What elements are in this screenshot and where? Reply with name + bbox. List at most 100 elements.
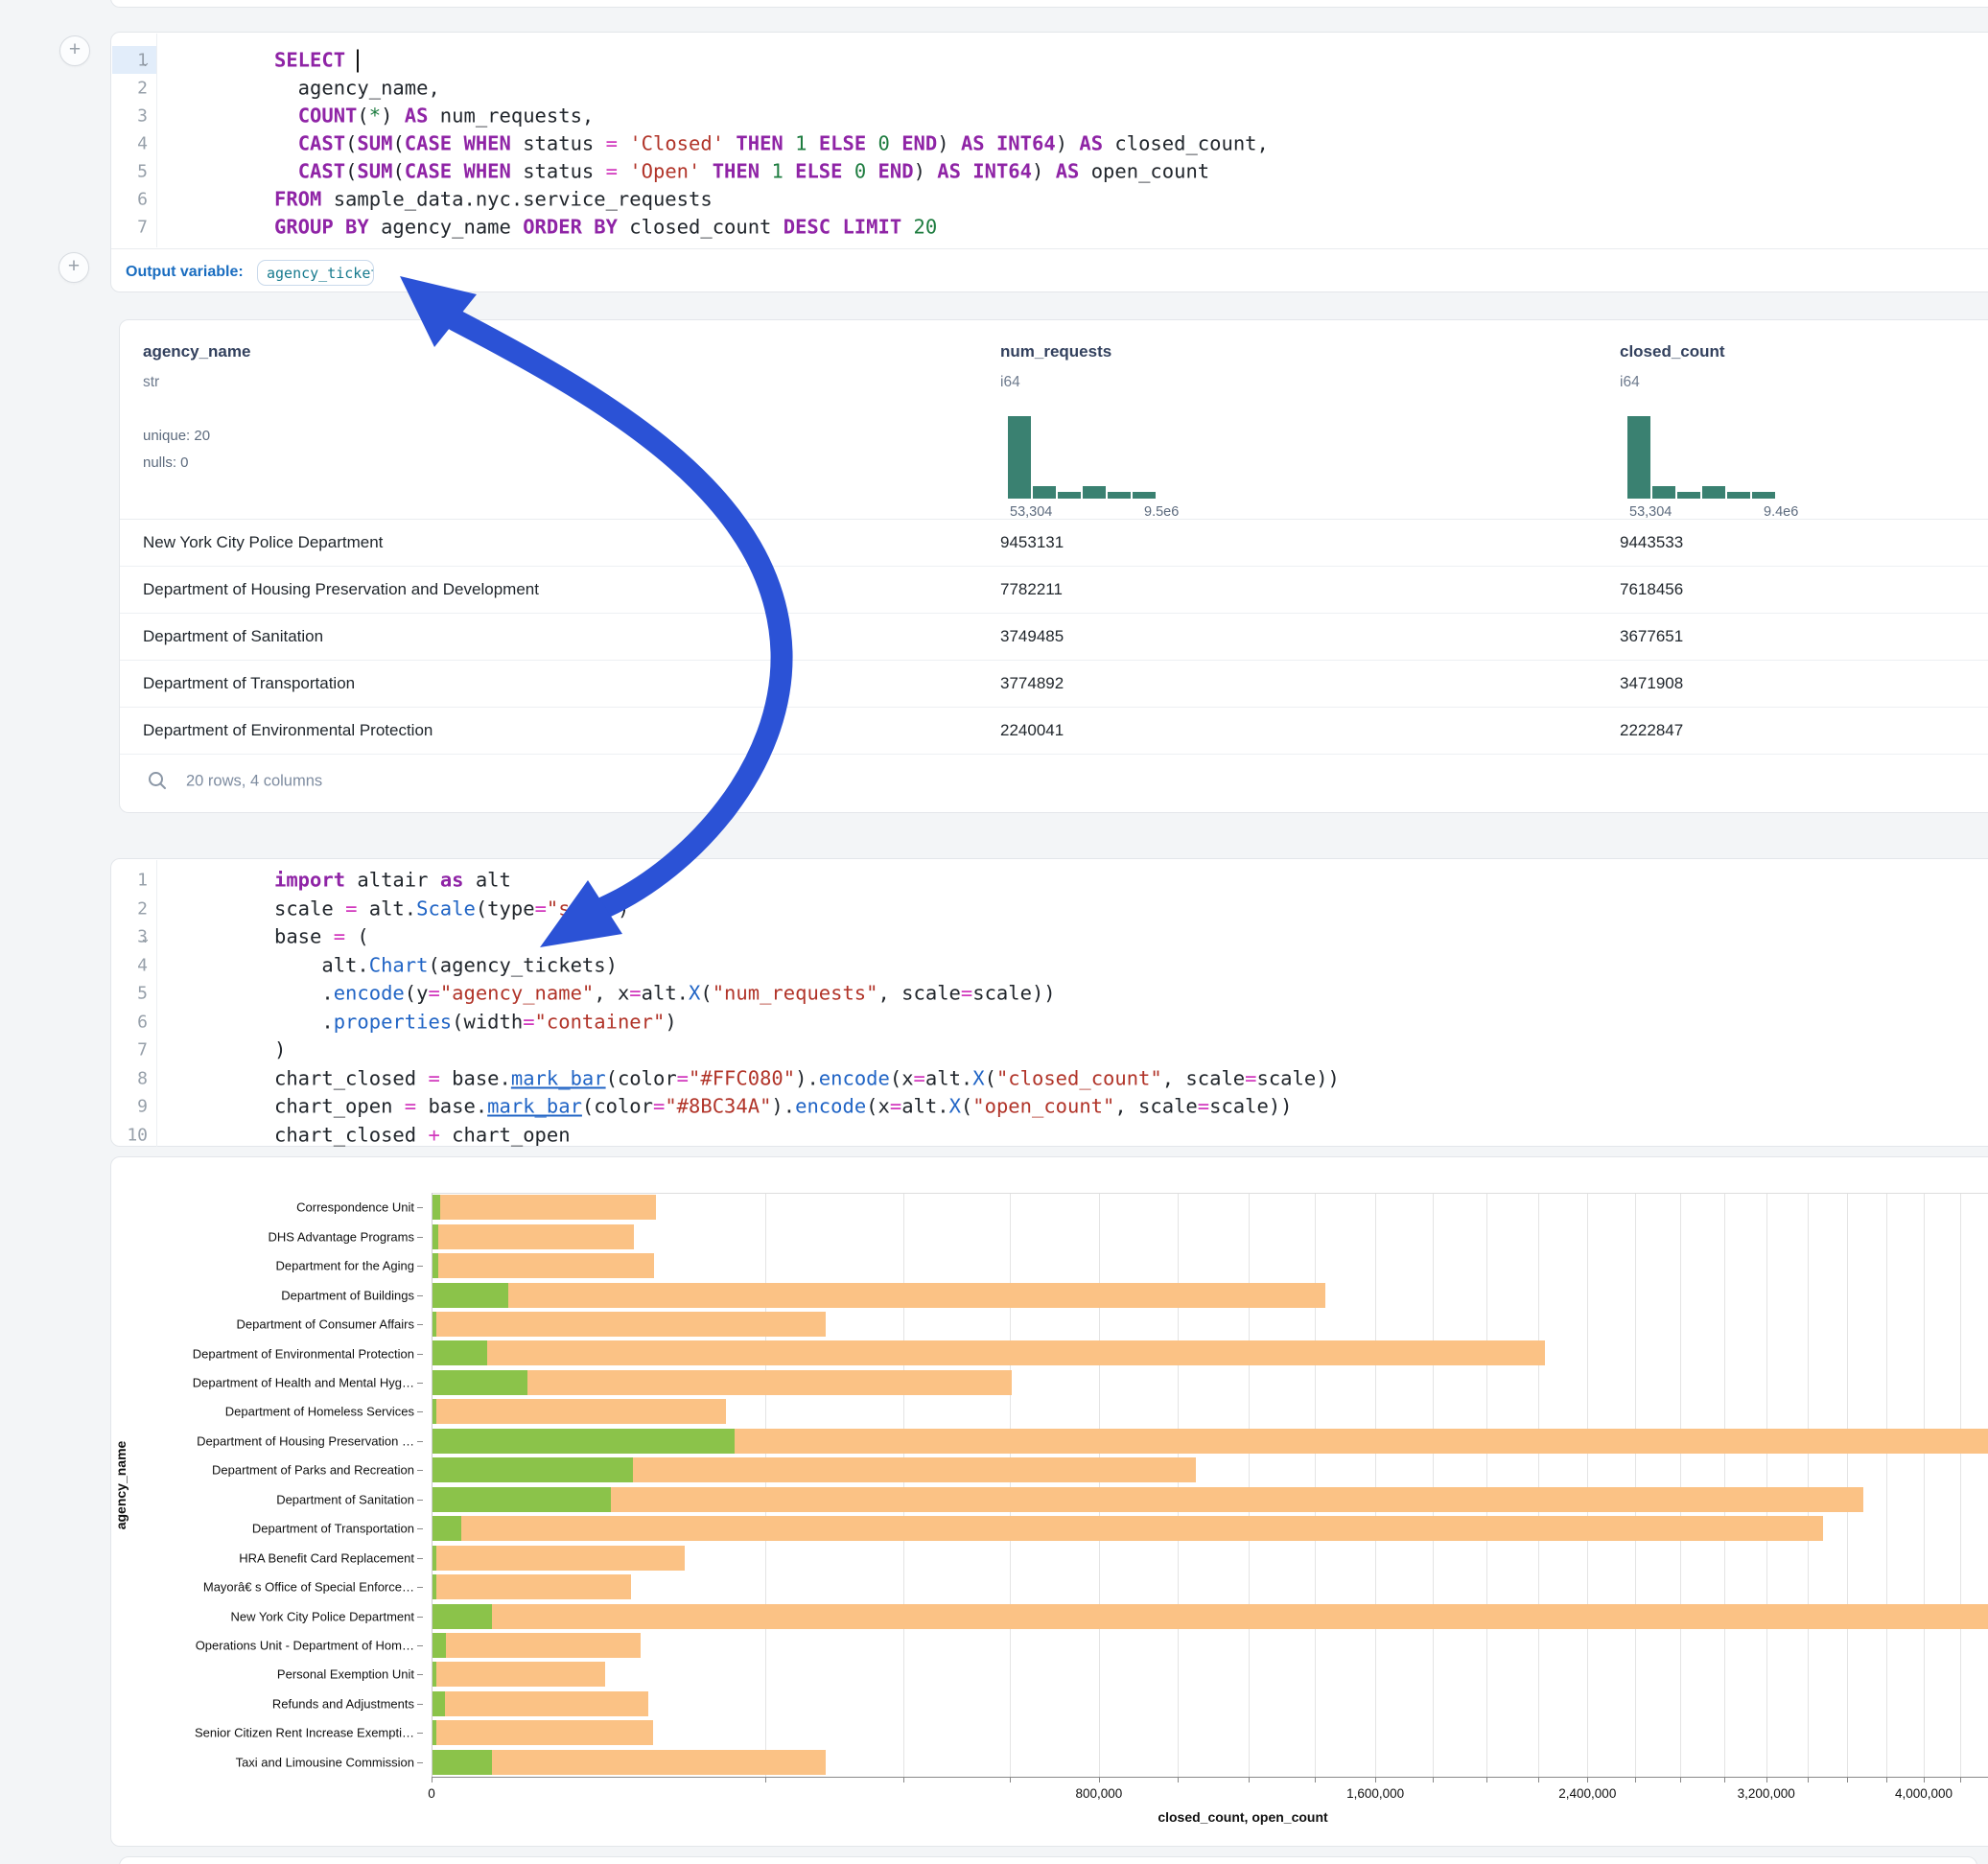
previous-cell-edge — [110, 0, 1988, 8]
line-number: 6 — [113, 1012, 148, 1032]
bar-open-count — [433, 1604, 492, 1629]
histogram-bar — [1108, 492, 1131, 499]
code-line: CAST(SUM(CASE WHEN status = 'Closed' THE… — [274, 130, 1269, 158]
y-axis-label: HRA Benefit Card Replacement — [127, 1550, 414, 1565]
table-cell: 7618456 — [1620, 580, 1683, 599]
column-histogram — [1627, 416, 1775, 499]
y-tick — [417, 1441, 423, 1442]
x-axis-tick-label: 3,200,000 — [1738, 1786, 1795, 1801]
code-line: .properties(width="container") — [274, 1008, 677, 1036]
output-variable-pill[interactable]: agency_tickets — [257, 260, 374, 286]
gridline — [1099, 1193, 1100, 1777]
gridline — [1178, 1193, 1179, 1777]
gridline — [1680, 1193, 1681, 1777]
y-axis-label: Senior Citizen Rent Increase Exempti… — [127, 1726, 414, 1740]
x-axis-tick-label: 2,400,000 — [1558, 1786, 1616, 1801]
y-axis-label: Operations Unit - Department of Hom… — [127, 1639, 414, 1653]
code-line: FROM sample_data.nyc.service_requests — [274, 186, 713, 214]
y-tick — [417, 1411, 423, 1412]
code-line: chart_closed + chart_open — [274, 1121, 571, 1149]
search-icon[interactable] — [147, 770, 168, 791]
x-tick — [1886, 1778, 1887, 1782]
y-tick — [417, 1762, 423, 1763]
y-tick — [417, 1470, 423, 1471]
column-type: str — [143, 374, 159, 391]
bar-open-count — [433, 1429, 735, 1454]
table-cell: 7782211 — [1000, 580, 1063, 599]
x-tick — [1680, 1778, 1681, 1782]
histogram-bar — [1058, 492, 1081, 499]
line-number: 2 — [113, 79, 148, 99]
histogram-min-label: 53,304 — [1629, 504, 1672, 520]
x-axis-tick-label: 800,000 — [1075, 1786, 1122, 1801]
y-axis-label: Department of Environmental Protection — [127, 1346, 414, 1361]
text-cursor — [357, 50, 359, 73]
gridline — [1724, 1193, 1725, 1777]
bar-closed-count — [433, 1516, 1823, 1541]
bar-closed-count — [433, 1604, 1988, 1629]
gridline — [1538, 1193, 1539, 1777]
python-cell[interactable]: 1import altair as alt2scale = alt.Scale(… — [110, 858, 1988, 1147]
gridline — [1886, 1193, 1887, 1777]
y-axis-label: Department of Health and Mental Hyg… — [127, 1375, 414, 1389]
histogram-bar — [1133, 492, 1156, 499]
bar-open-count — [433, 1457, 633, 1482]
y-axis-label: Department for the Aging — [127, 1259, 414, 1273]
x-axis-title: closed_count, open_count — [1158, 1809, 1327, 1825]
column-header-closed_count[interactable]: closed_count — [1620, 342, 1725, 361]
table-cell: 3677651 — [1620, 627, 1683, 646]
bar-open-count — [433, 1574, 436, 1599]
code-line: .encode(y="agency_name", x=alt.X("num_re… — [274, 980, 1056, 1008]
bar-closed-count — [433, 1340, 1545, 1365]
bar-open-count — [433, 1720, 436, 1745]
x-tick — [1766, 1778, 1767, 1782]
x-tick — [1924, 1778, 1925, 1782]
add-cell-button-middle[interactable]: + — [58, 252, 89, 283]
y-tick — [417, 1207, 423, 1208]
bar-open-count — [433, 1691, 445, 1716]
bar-closed-count — [433, 1224, 634, 1249]
y-axis-label: New York City Police Department — [127, 1609, 414, 1623]
histogram-bar — [1652, 486, 1675, 499]
x-axis-tick-label: 0 — [428, 1786, 435, 1801]
table-row[interactable]: Department of Transportation377489234719… — [120, 661, 1988, 708]
table-row[interactable]: Department of Sanitation37494853677651 — [120, 614, 1988, 661]
x-axis-tick-label: 4,000,000 — [1895, 1786, 1953, 1801]
gridline — [1315, 1193, 1316, 1777]
table-row[interactable]: Department of Environmental Protection22… — [120, 708, 1988, 755]
x-tick — [1808, 1778, 1809, 1782]
y-tick — [417, 1617, 423, 1618]
y-axis-label: Correspondence Unit — [127, 1200, 414, 1215]
x-tick — [1960, 1778, 1961, 1782]
x-tick — [1178, 1778, 1179, 1782]
code-line: import altair as alt — [274, 867, 511, 895]
code-line: CAST(SUM(CASE WHEN status = 'Open' THEN … — [274, 158, 1209, 186]
histogram-bar — [1702, 486, 1725, 499]
line-number: 5 — [113, 984, 148, 1004]
sql-cell[interactable]: 1⌄SELECT 2 agency_name,3 COUNT(*) AS num… — [110, 32, 1988, 292]
x-tick — [1315, 1778, 1316, 1782]
bar-open-count — [433, 1487, 611, 1512]
y-tick — [417, 1733, 423, 1734]
chevron-down-icon[interactable]: ⌄ — [140, 931, 151, 946]
add-cell-button-top[interactable]: + — [59, 35, 90, 66]
y-axis-label: Department of Buildings — [127, 1288, 414, 1302]
gridline — [765, 1193, 766, 1777]
gridline — [903, 1193, 904, 1777]
chevron-down-icon[interactable]: ⌄ — [140, 55, 151, 70]
bar-closed-count — [433, 1574, 631, 1599]
table-row[interactable]: New York City Police Department945313194… — [120, 520, 1988, 567]
gridline — [1433, 1193, 1434, 1777]
y-axis-label: DHS Advantage Programs — [127, 1229, 414, 1244]
table-cell: Department of Sanitation — [143, 627, 323, 646]
bar-closed-count — [433, 1283, 1325, 1308]
column-header-num_requests[interactable]: num_requests — [1000, 342, 1111, 361]
bar-closed-count — [433, 1487, 1863, 1512]
x-tick — [432, 1778, 433, 1782]
code-line: alt.Chart(agency_tickets) — [274, 951, 618, 979]
y-axis-label: Department of Housing Preservation … — [127, 1433, 414, 1448]
line-number: 4 — [113, 134, 148, 154]
table-row[interactable]: Department of Housing Preservation and D… — [120, 567, 1988, 614]
column-header-agency_name[interactable]: agency_name — [143, 342, 250, 361]
y-axis-label: Department of Sanitation — [127, 1492, 414, 1506]
